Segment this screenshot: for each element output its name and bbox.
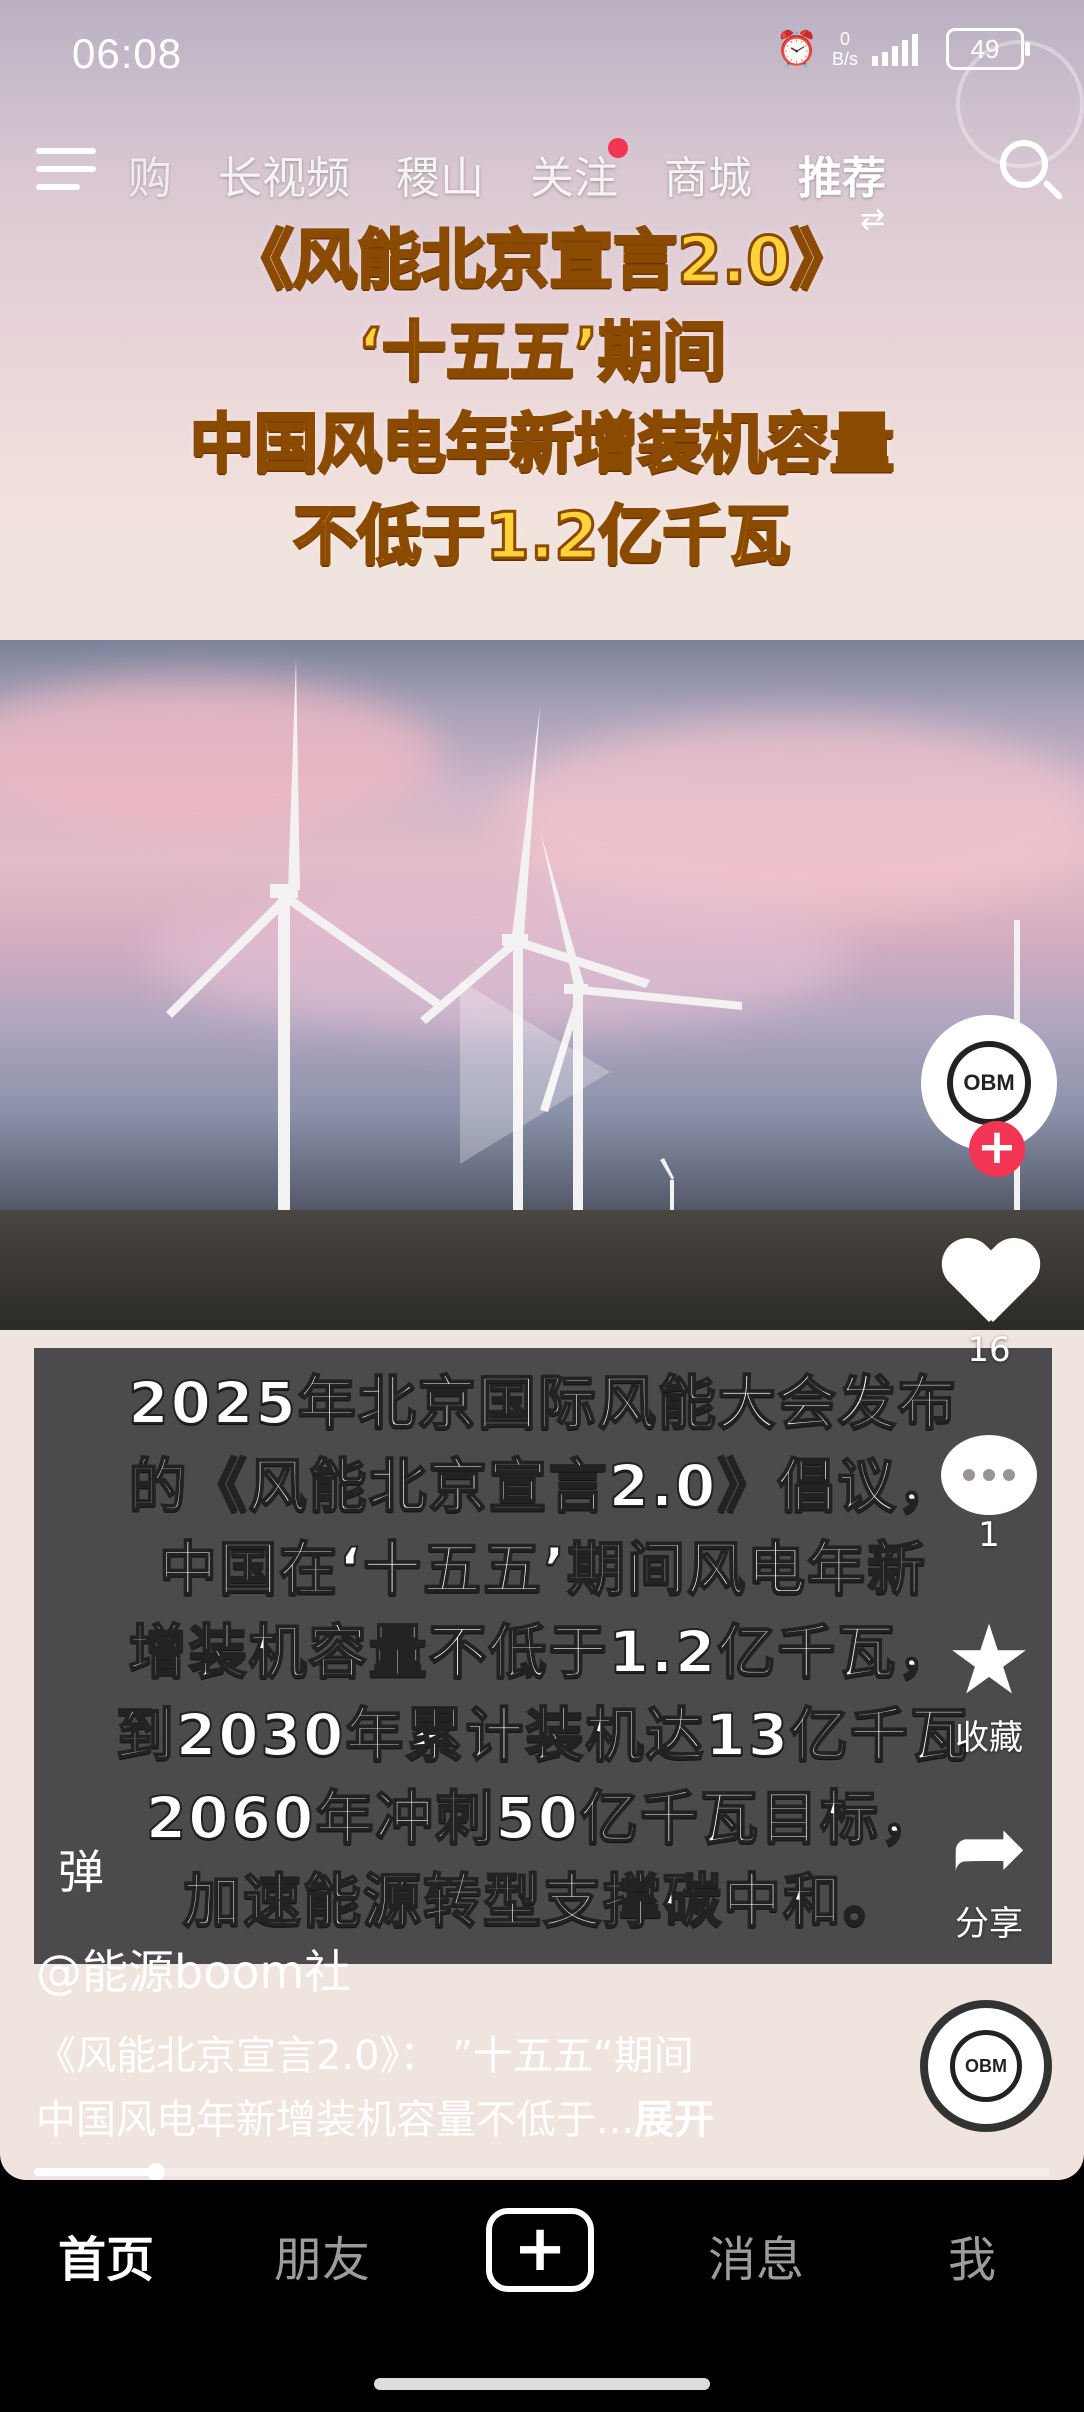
favorite-button[interactable]: ★ 收藏 [914,1610,1064,1759]
body-line: 2025年北京国际风能大会发布 [127,1368,958,1438]
search-icon[interactable] [1000,140,1048,188]
tab-shopping[interactable]: 购 [128,142,172,206]
progress-fill [34,2168,156,2176]
swap-icon[interactable]: ⇄ [860,202,885,237]
obm-logo-icon: OBM [947,1041,1031,1125]
tab-recommend[interactable]: 推荐 [798,142,886,206]
body-line: 增装机容量不低于1.2亿千瓦， [128,1617,958,1687]
heart-icon [941,1240,1037,1330]
caption-line: 中国风电年新增装机容量不低于... [36,2097,635,2143]
comment-count: 1 [978,1515,1000,1555]
progress-bar[interactable] [34,2163,1050,2180]
comment-button[interactable]: 1 [914,1435,1064,1555]
expand-button[interactable]: 展开 [634,2097,714,2143]
star-icon: ★ [945,1604,1033,1716]
tab-long-video[interactable]: 长视频 [218,142,350,206]
music-disc[interactable]: OBM [920,2000,1052,2132]
like-count: 16 [967,1330,1011,1370]
home-indicator[interactable] [374,2378,710,2390]
comment-icon [941,1435,1037,1515]
body-line: 2060年冲刺50亿千瓦目标， [145,1783,941,1853]
video-body-text: 2025年北京国际风能大会发布 的《风能北京宣言2.0》倡议， 中国在‘十五五’… [34,1362,1052,1943]
like-button[interactable]: 16 [914,1240,1064,1370]
battery-icon: 49 [946,28,1030,70]
caption-line: 《风能北京宣言2.0》： ”十五五“期间 [36,2033,694,2079]
clock: 06:08 [72,30,183,77]
tab-mall[interactable]: 商城 [664,142,752,206]
video-caption[interactable]: 《风能北京宣言2.0》： ”十五五“期间 中国风电年新增装机容量不低于...展开 [36,2024,836,2152]
follow-button[interactable]: + [969,1121,1025,1177]
signal-icon [872,34,918,66]
favorite-label: 收藏 [955,1718,1023,1758]
share-arrow-icon: ➦ [950,1794,1028,1901]
video-player[interactable]: 《风能北京宣言2.0》 ‘十五五’期间 中国风电年新增装机容量 不低于1.2亿千… [0,0,1084,2180]
body-line: 的《风能北京宣言2.0》倡议， [128,1451,958,1521]
nav-home[interactable]: 首页 [58,2220,154,2290]
body-line: 到2030年累计装机达13亿千瓦 [115,1700,971,1770]
menu-icon[interactable] [36,148,96,202]
tab-following[interactable]: 关注 [530,138,628,206]
share-label: 分享 [955,1904,1023,1944]
create-button[interactable]: + [486,2208,594,2292]
danmu-toggle[interactable]: 弹 [58,1836,104,1902]
share-button[interactable]: ➦ 分享 [914,1800,1064,1945]
video-headline: 《风能北京宣言2.0》 ‘十五五’期间 中国风电年新增装机容量 不低于1.2亿千… [0,215,1084,583]
bottom-nav: 首页 朋友 + 消息 我 [0,2180,1084,2412]
alarm-icon: ⏰ [775,29,818,69]
body-line: 加速能源转型支撑碳中和。 [182,1866,903,1936]
action-sidebar: OBM + 16 1 ★ 收藏 ➦ 分享 OBM [914,1015,1064,2132]
nav-friends[interactable]: 朋友 [274,2220,370,2290]
author-avatar[interactable]: OBM + [921,1015,1057,1177]
headline-line: ‘十五五’期间 [356,315,728,392]
nav-messages[interactable]: 消息 [708,2220,804,2290]
notification-dot [608,138,628,158]
play-icon[interactable] [460,980,610,1164]
headline-line: 不低于1.2亿千瓦 [292,499,792,576]
status-bar: 06:08 ⏰ 0 B/s 49 [0,0,1084,110]
tab-jishan[interactable]: 稷山 [396,142,484,206]
headline-line: 中国风电年新增装机容量 [189,407,896,484]
nav-me[interactable]: 我 [948,2220,996,2290]
obm-logo-icon: OBM [950,2030,1022,2102]
network-speed: 0 B/s [831,29,858,69]
body-line: 中国在‘十五五’期间风电年新 [158,1534,928,1604]
author-name[interactable]: @能源boom社 [36,1936,350,2002]
progress-knob[interactable] [146,2163,165,2180]
top-nav: 购 长视频 稷山 关注 商城 推荐 ⇄ [0,130,1084,237]
headline-line: 《风能北京宣言2.0》 [228,223,856,300]
